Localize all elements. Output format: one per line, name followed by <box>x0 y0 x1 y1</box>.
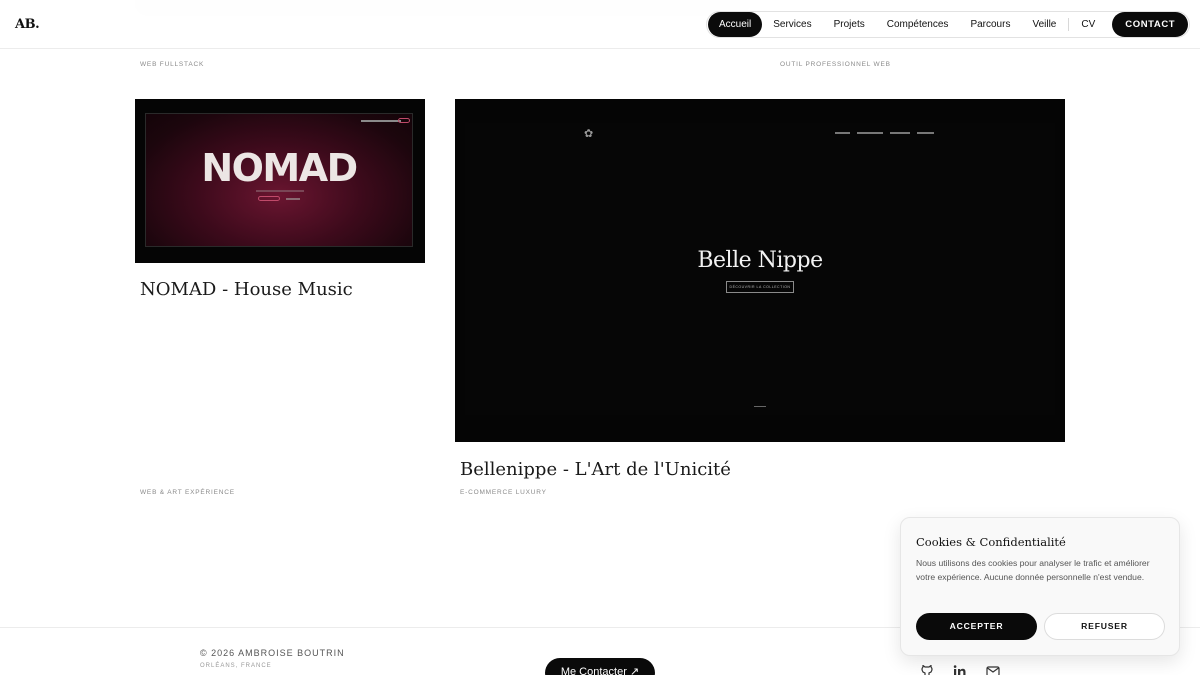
nomad-hero-button <box>258 196 280 201</box>
bellenippe-screenshot: ✿ Belle Nippe DÉCOUVRIR LA COLLECTION <box>465 123 1055 415</box>
nomad-project-thumbnail[interactable]: NOMAD <box>135 99 425 263</box>
nomad-screenshot: NOMAD <box>145 113 413 247</box>
github-icon[interactable] <box>920 665 934 675</box>
project-category: WEB & ART EXPÉRIENCE <box>140 489 235 496</box>
project-category: OUTIL PROFESSIONNEL WEB <box>780 61 891 68</box>
nav-item-accueil[interactable]: Accueil <box>708 12 763 37</box>
bellenippe-project-thumbnail[interactable]: ✿ Belle Nippe DÉCOUVRIR LA COLLECTION <box>455 99 1065 442</box>
nomad-mini-nav-button <box>398 118 410 123</box>
site-header: AB. Accueil Services Projets Compétences… <box>0 0 1200 49</box>
bellenippe-mini-nav <box>835 132 934 134</box>
bellenippe-hero-text: Belle Nippe <box>697 248 823 273</box>
social-links <box>920 665 1000 675</box>
contact-button[interactable]: CONTACT <box>1112 12 1189 37</box>
linkedin-icon[interactable] <box>953 665 967 675</box>
nomad-mini-nav <box>361 120 401 122</box>
me-contacter-button[interactable]: Me Contacter ↗ <box>545 658 655 675</box>
nomad-hero-text: NOMAD <box>201 146 358 190</box>
bellenippe-hero-button: DÉCOUVRIR LA COLLECTION <box>726 281 794 293</box>
cookie-title: Cookies & Confidentialité <box>916 535 1066 549</box>
nav-divider <box>1068 18 1070 31</box>
project-title[interactable]: Bellenippe - L'Art de l'Unicité <box>460 459 731 480</box>
refuse-cookies-button[interactable]: REFUSER <box>1044 613 1165 640</box>
project-title[interactable]: NOMAD - House Music <box>140 279 353 300</box>
cookie-banner: Cookies & Confidentialité Nous utilisons… <box>900 517 1180 656</box>
nomad-hero-subtitle <box>256 190 304 192</box>
site-logo[interactable]: AB. <box>15 17 40 32</box>
scroll-down-icon <box>754 401 766 407</box>
bellenippe-logo-icon: ✿ <box>584 128 594 140</box>
cookie-description: Nous utilisons des cookies pour analyser… <box>916 558 1150 582</box>
main-nav: Accueil Services Projets Compétences Par… <box>706 11 1191 38</box>
location-text: ORLÉANS, FRANCE <box>200 663 272 669</box>
nav-item-parcours[interactable]: Parcours <box>959 12 1021 37</box>
nav-item-competences[interactable]: Compétences <box>876 12 960 37</box>
nav-item-veille[interactable]: Veille <box>1021 12 1067 37</box>
nomad-hero-link <box>286 198 300 200</box>
project-category: WEB FULLSTACK <box>140 61 205 68</box>
mail-icon[interactable] <box>986 665 1000 675</box>
nav-item-cv[interactable]: CV <box>1070 12 1106 37</box>
accept-cookies-button[interactable]: ACCEPTER <box>916 613 1037 640</box>
nav-item-services[interactable]: Services <box>762 12 822 37</box>
nav-item-projets[interactable]: Projets <box>823 12 876 37</box>
project-category: E-COMMERCE LUXURY <box>460 489 547 496</box>
copyright-text: © 2026 AMBROISE BOUTRIN <box>200 648 345 658</box>
